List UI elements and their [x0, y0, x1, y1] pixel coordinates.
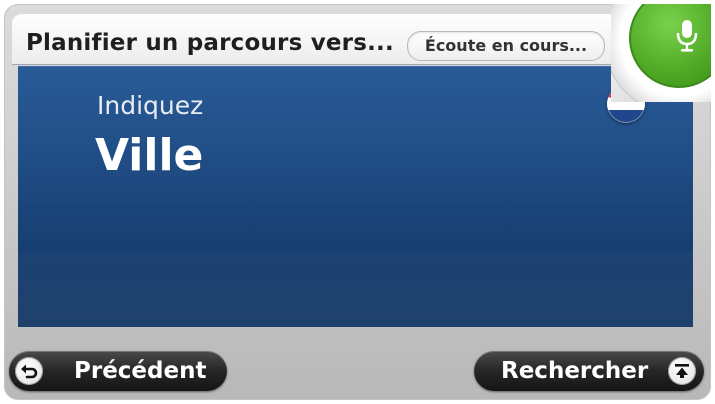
search-button-label: Rechercher — [501, 358, 649, 384]
page-title: Planifier un parcours vers... — [26, 30, 394, 56]
back-arrow-icon — [15, 357, 43, 385]
spoken-field-value: Ville — [95, 130, 204, 181]
microphone-widget[interactable] — [611, 4, 711, 102]
input-prompt: Indiquez — [97, 91, 204, 120]
listening-status-badge: Écoute en cours... — [407, 31, 605, 61]
back-button-label: Précédent — [74, 358, 207, 384]
back-button[interactable]: Précédent — [9, 351, 227, 391]
voice-input-panel: Indiquez Ville — [18, 66, 693, 327]
search-upload-icon — [668, 357, 696, 385]
search-button[interactable]: Rechercher — [474, 351, 704, 391]
microphone-icon — [676, 20, 698, 52]
